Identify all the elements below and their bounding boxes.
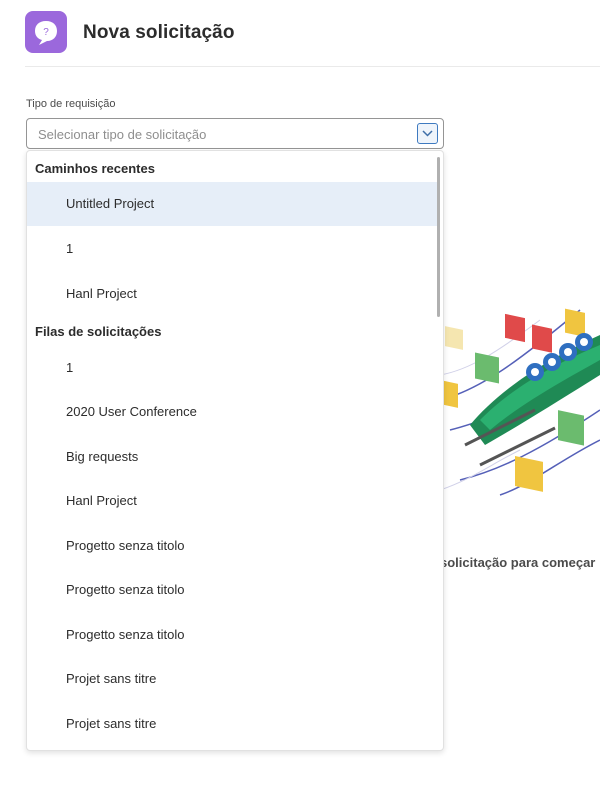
request-type-select[interactable]: Selecionar tipo de solicitação bbox=[26, 118, 444, 149]
recent-paths-header: Caminhos recentes bbox=[35, 161, 155, 176]
recent-option[interactable]: 1 bbox=[27, 227, 437, 271]
queue-option[interactable]: Progetto senza titolo bbox=[27, 613, 437, 657]
request-type-label: Tipo de requisição bbox=[26, 98, 116, 110]
header-divider bbox=[25, 66, 600, 67]
queue-option[interactable]: 1 bbox=[27, 346, 437, 390]
request-queues-header: Filas de solicitações bbox=[35, 324, 162, 339]
queue-option[interactable]: Projet sans titre bbox=[27, 657, 437, 701]
recent-option[interactable]: Untitled Project bbox=[27, 182, 437, 226]
queue-option[interactable]: Progetto senza titolo bbox=[27, 524, 437, 568]
page-header: ? Nova solicitação bbox=[0, 0, 600, 68]
queue-option[interactable]: 2020 User Conference bbox=[27, 390, 437, 434]
queue-option[interactable]: Progetto senza titolo bbox=[27, 568, 437, 612]
dropdown-scrollbar[interactable] bbox=[437, 157, 440, 317]
queue-option[interactable]: Big requests bbox=[27, 435, 437, 479]
chevron-down-icon bbox=[422, 130, 433, 137]
queue-option[interactable]: Projet sans titre bbox=[27, 702, 437, 746]
page-title: Nova solicitação bbox=[83, 22, 235, 43]
queue-option[interactable]: Hanl Project bbox=[27, 479, 437, 523]
empty-state-hint: solicitação para começar bbox=[440, 555, 596, 570]
dropdown-toggle-button[interactable] bbox=[417, 123, 438, 144]
request-type-dropdown: Caminhos recentes Untitled Project 1 Han… bbox=[26, 150, 444, 751]
recent-option[interactable]: Hanl Project bbox=[27, 272, 437, 316]
help-chat-icon: ? bbox=[25, 11, 67, 53]
request-type-placeholder: Selecionar tipo de solicitação bbox=[38, 127, 207, 142]
svg-text:?: ? bbox=[43, 27, 49, 38]
bobsled-illustration bbox=[439, 280, 600, 510]
